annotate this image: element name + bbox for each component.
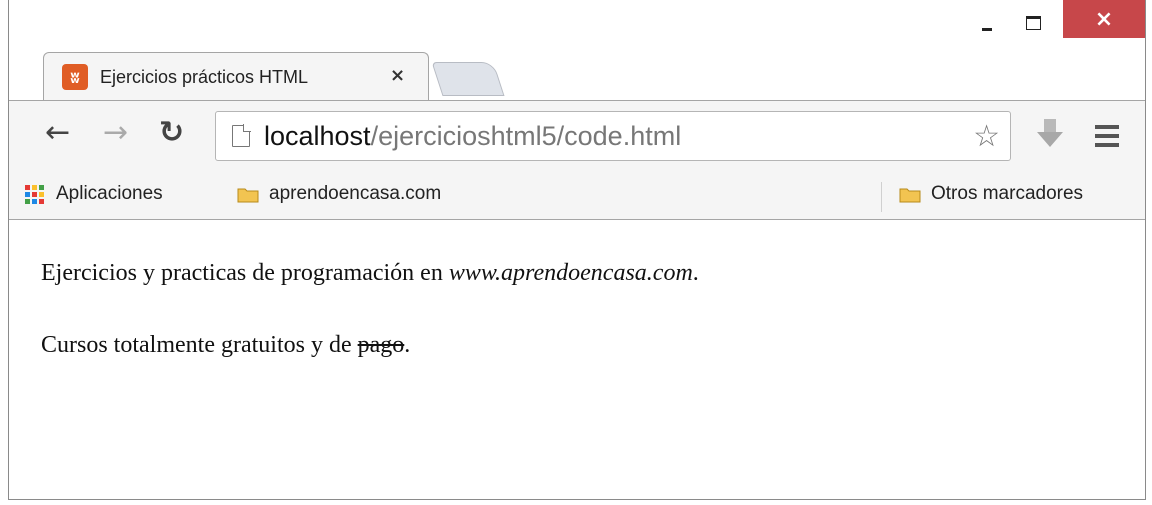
minimize-icon bbox=[982, 27, 992, 31]
minimize-button[interactable] bbox=[967, 8, 1007, 38]
maximize-icon bbox=[1025, 16, 1041, 30]
arrow-right-icon[interactable]: → bbox=[103, 115, 128, 150]
close-window-button[interactable]: × bbox=[1063, 0, 1145, 38]
bookmark-apps[interactable]: Aplicaciones bbox=[25, 183, 163, 205]
close-icon: × bbox=[1094, 6, 1114, 32]
url-text[interactable]: localhost/ejercicioshtml5/code.html bbox=[264, 121, 681, 152]
page-content: Ejercicios y practicas de programación e… bbox=[9, 220, 1145, 499]
tab-close-icon[interactable]: × bbox=[390, 65, 405, 86]
folder-icon bbox=[899, 188, 921, 202]
paragraph-2-end: . bbox=[404, 332, 411, 358]
navigation-toolbar: ← → ↻ localhost/ejercicioshtml5/code.htm… bbox=[9, 100, 1145, 176]
bookmark-other-label: Otros marcadores bbox=[931, 183, 1084, 204]
paragraph-2: Cursos totalmente gratuitos y de pago. bbox=[41, 332, 410, 359]
hamburger-icon[interactable] bbox=[1095, 125, 1119, 152]
bookmark-aprendoencasa[interactable]: aprendoencasa.com bbox=[237, 183, 441, 205]
page-icon bbox=[232, 124, 251, 147]
bookmarks-divider bbox=[881, 182, 882, 212]
reload-icon[interactable]: ↻ bbox=[159, 115, 184, 150]
folder-icon bbox=[237, 188, 259, 202]
bookmark-other[interactable]: Otros marcadores bbox=[899, 183, 1083, 205]
new-tab-button[interactable] bbox=[431, 62, 505, 96]
paragraph-1-text: Ejercicios y practicas de programación e… bbox=[41, 260, 449, 286]
url-host: localhost bbox=[264, 121, 371, 151]
paragraph-1: Ejercicios y practicas de programación e… bbox=[41, 260, 699, 287]
url-path: /ejercicioshtml5/code.html bbox=[370, 121, 682, 151]
tab-active[interactable]: ʬ Ejercicios prácticos HTML × bbox=[43, 52, 429, 102]
paragraph-2-text: Cursos totalmente gratuitos y de bbox=[41, 332, 358, 358]
xampp-icon: ʬ bbox=[62, 64, 88, 90]
title-bar: × ʬ Ejercicios prácticos HTML × bbox=[9, 0, 1145, 102]
browser-window: × ʬ Ejercicios prácticos HTML × ← → ↻ lo… bbox=[8, 0, 1146, 500]
bookmark-apps-label: Aplicaciones bbox=[56, 183, 163, 204]
maximize-button[interactable] bbox=[1013, 8, 1053, 38]
arrow-left-icon[interactable]: ← bbox=[45, 115, 70, 150]
tab-title: Ejercicios prácticos HTML bbox=[100, 67, 309, 87]
struck-word: pago bbox=[357, 332, 405, 358]
address-bar[interactable]: localhost/ejercicioshtml5/code.html ☆ bbox=[215, 111, 1011, 161]
download-extension-icon[interactable] bbox=[1035, 117, 1065, 151]
paragraph-1-end: . bbox=[692, 260, 699, 286]
bookmark-label: aprendoencasa.com bbox=[269, 183, 442, 204]
star-icon[interactable]: ☆ bbox=[973, 119, 1000, 154]
site-link: www.aprendoencasa.com bbox=[448, 260, 693, 286]
bookmarks-bar: Aplicaciones aprendoencasa.com Otros mar… bbox=[9, 176, 1145, 220]
apps-grid-icon bbox=[25, 184, 44, 204]
